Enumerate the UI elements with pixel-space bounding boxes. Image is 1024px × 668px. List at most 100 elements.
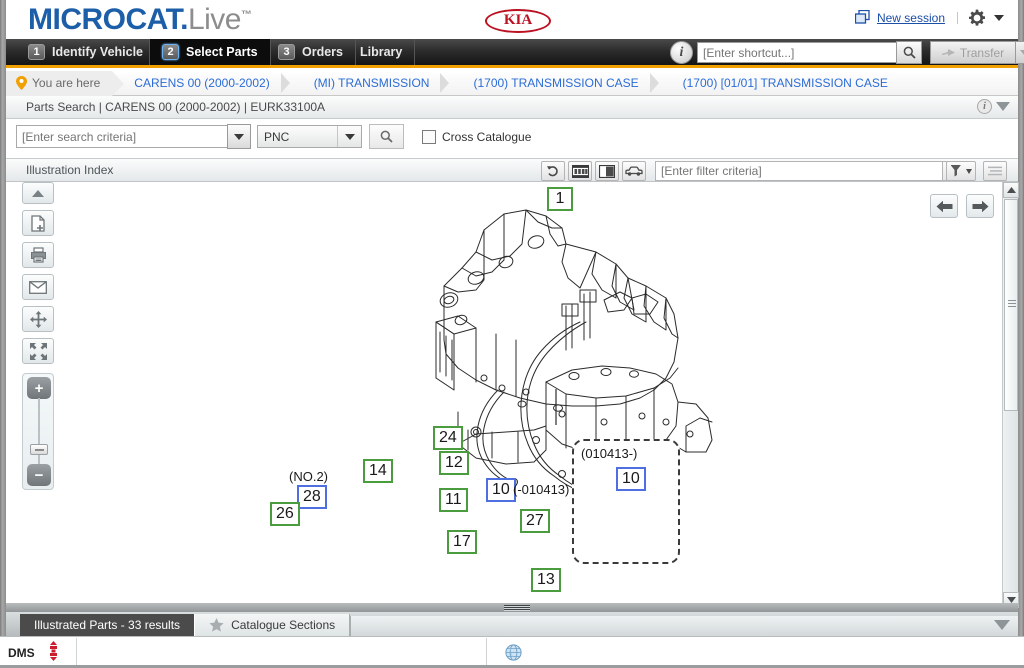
tab-label: Library [360,45,402,59]
car-icon[interactable] [622,161,646,181]
split-pane-icon[interactable] [595,161,619,181]
breadcrumb: You are here CARENS 00 (2000-2002) (MI) … [6,71,1018,96]
scrollbar-thumb[interactable] [1004,199,1018,411]
shortcut-toolbar: i Transfer [670,40,1024,65]
tab-orders[interactable]: 3 Orders [266,39,356,65]
chevron-down-icon [234,134,244,140]
illustration-canvas[interactable]: (010413-) 1 24 12 11 17 10 (-010413) 14 … [6,182,1018,608]
zoom-slider-track [38,398,40,467]
zoom-slider-handle[interactable] [30,444,48,455]
gear-icon[interactable] [968,9,986,27]
new-session-link[interactable]: New session [877,11,945,25]
callout-1[interactable]: 1 [547,187,573,211]
funnel-icon[interactable] [946,161,976,181]
shortcut-input[interactable] [697,42,897,63]
header-divider [957,12,958,24]
range-label-before: (-010413) [513,482,569,497]
search-history-dropdown[interactable] [227,124,251,149]
tab-label: Catalogue Sections [231,618,335,632]
info-icon[interactable]: i [670,41,693,64]
previous-illustration-button[interactable] [930,194,958,218]
cross-catalogue-checkbox[interactable]: Cross Catalogue [422,130,531,144]
callout-14[interactable]: 14 [363,459,393,483]
callout-26[interactable]: 26 [270,502,300,526]
filter-input[interactable] [655,161,943,181]
new-page-icon[interactable] [22,210,54,236]
tab-select-parts[interactable]: 2 Select Parts [149,39,271,65]
status-bar: DMS [0,636,1024,668]
list-menu-icon[interactable] [983,161,1007,181]
tab-number: 3 [278,44,295,60]
tab-label: Illustrated Parts - 33 results [34,618,180,632]
window-frame-right [1018,0,1024,636]
callout-11[interactable]: 11 [439,488,468,512]
status-connection-area [486,638,766,668]
callout-10-inset[interactable]: 10 [616,467,646,491]
tab-catalogue-sections[interactable]: Catalogue Sections [194,614,350,636]
logo-secondary: Live [188,3,241,36]
callout-24[interactable]: 24 [433,426,463,450]
search-category-value: PNC [264,130,289,144]
tab-identify-vehicle[interactable]: 1 Identify Vehicle [16,39,156,65]
illustration-index-label: Illustration Index [26,163,113,177]
magnifier-icon [380,130,393,143]
globe-icon [505,644,522,661]
search-row: PNC Cross Catalogue [6,119,1018,154]
breadcrumb-item-illustration[interactable]: (1700) [01/01] TRANSMISSION CASE [661,71,910,96]
next-illustration-button[interactable] [966,194,994,218]
fullscreen-icon[interactable] [22,338,54,364]
callout-13[interactable]: 13 [531,568,561,592]
bottom-tabbar: Illustrated Parts - 33 results Catalogue… [6,612,1018,636]
illustration-scrollbar[interactable] [1002,182,1018,608]
splitter-grip[interactable] [504,605,530,611]
pan-move-icon[interactable] [22,306,54,332]
chevron-down-icon [1020,50,1024,55]
search-input[interactable] [16,125,228,148]
transfer-dropdown-button[interactable] [1015,41,1024,64]
chevron-down-icon[interactable] [994,15,1004,21]
search-category-select[interactable]: PNC [257,125,362,148]
callout-27[interactable]: 27 [520,509,550,533]
transfer-button[interactable]: Transfer [930,41,1016,64]
refresh-icon[interactable] [541,161,565,181]
triangle-down-icon[interactable] [996,102,1010,111]
kia-logo: KIA [485,9,551,33]
search-button[interactable] [369,124,404,149]
parts-search-panel-header: Parts Search | CARENS 00 (2000-2002) | E… [6,96,1018,119]
logo-trademark: ™ [241,9,252,21]
callout-10-main[interactable]: 10 [486,478,516,502]
print-icon[interactable] [22,242,54,268]
shortcut-search-button[interactable] [896,41,922,64]
map-pin-icon [16,76,27,90]
bottom-tabbar-filler [350,616,1018,636]
transmission-illustration [6,182,1018,608]
zoom-in-button[interactable]: + [27,377,51,399]
callout-12[interactable]: 12 [439,451,469,475]
dms-label: DMS [8,646,35,660]
callout-17[interactable]: 17 [447,530,477,554]
breadcrumb-item-section[interactable]: (1700) TRANSMISSION CASE [451,71,660,96]
tab-illustrated-parts[interactable]: Illustrated Parts - 33 results [20,614,194,636]
illustration-tools: + − [18,182,58,490]
zoom-slider[interactable]: + − [22,373,54,490]
logo-dot: . [180,3,188,36]
scroll-up-button[interactable] [1003,182,1019,198]
callout-28[interactable]: 28 [297,485,327,509]
collapse-up-icon[interactable] [22,182,54,204]
filmstrip-icon[interactable] [568,161,592,181]
checkbox-box [422,130,436,144]
tab-library[interactable]: Library [348,39,415,65]
status-message-area [76,638,486,668]
breadcrumb-item-vehicle[interactable]: CARENS 00 (2000-2002) [112,71,291,96]
email-icon[interactable] [22,274,54,300]
tab-number: 2 [162,44,179,60]
breadcrumb-item-group[interactable]: (MI) TRANSMISSION [292,71,452,96]
info-icon[interactable]: i [977,99,992,114]
triangle-down-icon[interactable] [994,620,1010,630]
chevron-down-icon [337,126,361,147]
zoom-out-button[interactable]: − [27,464,51,486]
dms-connector-icon[interactable] [47,641,60,664]
illustration-filter-actions [946,161,1010,181]
logo-primary: MICROCAT [28,3,180,36]
star-icon [209,618,224,632]
